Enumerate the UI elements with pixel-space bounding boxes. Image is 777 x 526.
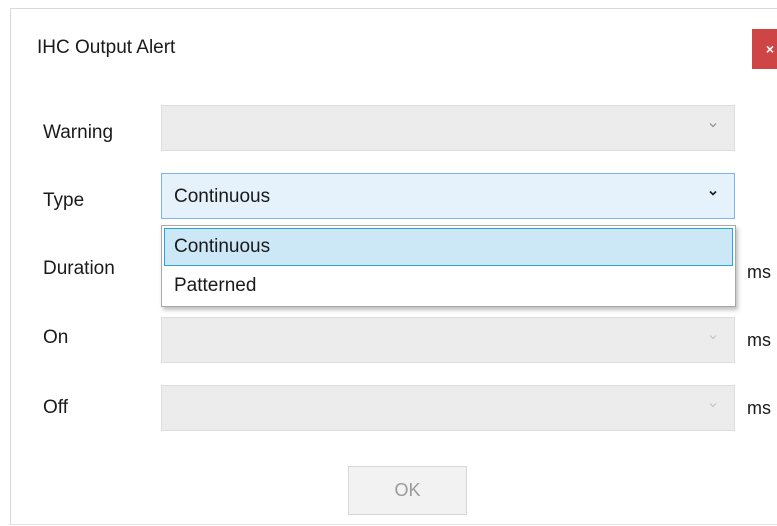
off-label: Off (43, 397, 68, 418)
on-select[interactable] (161, 317, 735, 363)
ok-button[interactable]: OK (348, 466, 467, 515)
chevron-down-icon (709, 190, 717, 196)
type-select[interactable]: Continuous (161, 173, 735, 219)
off-unit: ms (747, 398, 771, 418)
output-alert-dialog: IHC Output Alert × Warning Type Continuo… (10, 8, 777, 525)
close-button[interactable]: × (752, 29, 777, 69)
chevron-down-icon (709, 403, 717, 408)
chevron-down-icon (709, 335, 717, 340)
type-dropdown-list: Continuous Patterned (161, 225, 736, 307)
off-select[interactable] (161, 385, 735, 431)
dropdown-option-continuous[interactable]: Continuous (164, 228, 733, 266)
type-select-value: Continuous (174, 186, 271, 207)
dropdown-option-patterned[interactable]: Patterned (164, 267, 733, 305)
type-label: Type (43, 190, 85, 211)
dialog-title: IHC Output Alert (37, 37, 176, 58)
duration-unit: ms (747, 262, 771, 282)
warning-select[interactable] (161, 105, 735, 151)
on-label: On (43, 327, 69, 348)
on-unit: ms (747, 330, 771, 350)
chevron-down-icon (709, 123, 717, 128)
duration-label: Duration (43, 258, 115, 279)
warning-label: Warning (43, 122, 114, 143)
